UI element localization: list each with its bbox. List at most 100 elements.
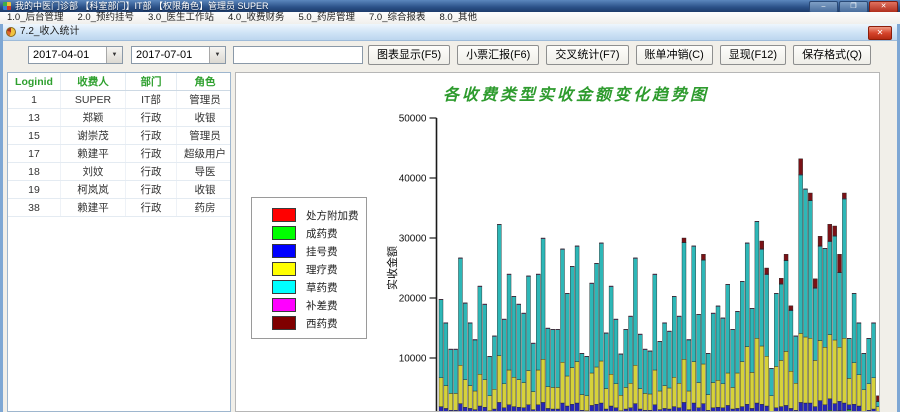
dropdown-arrow-icon[interactable]: ▼ — [106, 47, 122, 63]
bar-segment — [681, 402, 687, 411]
bar-segment — [827, 398, 832, 411]
bar-segment — [706, 353, 711, 395]
bar-segment — [477, 286, 483, 375]
bar-segment — [497, 223, 502, 225]
menu-item-7[interactable]: 8.0_其他 — [433, 12, 485, 24]
bar-segment — [628, 383, 633, 409]
menu-item-5[interactable]: 5.0_药房管理 — [292, 12, 363, 24]
bar-segment — [842, 198, 847, 339]
bar-segment — [594, 263, 599, 368]
date-from-picker[interactable]: 2017-04-01 ▼ — [28, 46, 123, 64]
bar-segment — [851, 293, 857, 364]
bar-segment — [526, 370, 531, 406]
menu-item-6[interactable]: 7.0_综合报表 — [362, 12, 433, 24]
y-tick-label: 40000 — [399, 174, 427, 185]
bar-segment — [851, 404, 857, 411]
filter-input[interactable] — [233, 46, 363, 64]
cell: 赖建平 — [60, 144, 126, 163]
bar-segment — [793, 383, 798, 411]
table-row[interactable]: 18 刘妏 行政 导医 — [8, 162, 230, 181]
table-row[interactable]: 38 赖建平 行政 药房 — [8, 198, 230, 217]
bar-segment — [560, 362, 565, 404]
bill-reversal-button[interactable]: 账单冲销(C) — [635, 45, 713, 65]
legend-swatch-icon — [272, 262, 296, 276]
bar-segment — [516, 407, 521, 411]
bar-segment — [735, 372, 740, 409]
cashier-table-panel: Loginid 收费人 部门 角色 1 SUPER IT部 管理员 13 郑颖 行政 收银 15 谢崇茂… — [7, 72, 231, 412]
menu-item-4[interactable]: 4.0_收费财务 — [221, 12, 292, 24]
bar-segment — [803, 336, 808, 404]
bar-segment — [813, 278, 818, 289]
bar-segment — [511, 295, 517, 297]
bar-segment — [783, 253, 789, 261]
bar-segment — [618, 395, 624, 411]
bar-segment — [560, 249, 565, 363]
bar-segment — [506, 404, 512, 411]
legend-swatch-icon — [272, 208, 296, 222]
bar-segment — [866, 338, 871, 384]
bar-segment — [774, 293, 779, 367]
date-to-picker[interactable]: 2017-07-01 ▼ — [131, 46, 226, 64]
bar-segment — [837, 253, 842, 273]
bar-segment — [691, 361, 696, 404]
table-row[interactable]: 1 SUPER IT部 管理员 — [8, 90, 230, 109]
bar-segment — [871, 377, 876, 410]
bar-segment — [501, 318, 507, 320]
bar-segment — [876, 401, 879, 407]
bar-segment — [647, 393, 653, 411]
bar-segment — [628, 316, 633, 384]
bar-segment — [817, 246, 823, 341]
bar-segment — [667, 387, 672, 410]
bar-segment — [774, 407, 779, 411]
table-row[interactable]: 15 谢崇茂 行政 管理员 — [8, 126, 230, 145]
cell: 谢崇茂 — [60, 126, 126, 145]
bar-segment — [652, 274, 658, 371]
table-row[interactable]: 17 赖建平 行政 超级用户 — [8, 144, 230, 163]
legend-label: 成药费 — [306, 227, 338, 240]
bar-segment — [774, 366, 779, 408]
menu-item-1[interactable]: 1.0_后台管理 — [0, 12, 71, 24]
bar-segment — [642, 349, 648, 394]
bar-segment — [783, 260, 789, 352]
legend-label: 挂号费 — [306, 245, 338, 258]
dropdown-arrow-icon[interactable]: ▼ — [209, 47, 225, 63]
cross-stats-button[interactable]: 交叉统计(F7) — [546, 45, 629, 65]
menu-item-3[interactable]: 3.0_医生工作站 — [141, 12, 221, 24]
bar-segment — [696, 382, 701, 409]
bar-segment — [453, 393, 458, 411]
bar-segment — [540, 359, 546, 403]
bar-segment — [871, 322, 876, 324]
child-close-icon[interactable]: ✕ — [868, 26, 892, 40]
bar-segment — [443, 322, 449, 324]
bar-segment — [589, 372, 594, 406]
bar-segment — [861, 353, 867, 355]
cell: 收银 — [176, 108, 230, 127]
bar-segment — [740, 280, 745, 282]
bar-segment — [570, 265, 575, 267]
col-header-4: 角色 — [176, 73, 230, 91]
bar-segment — [749, 307, 755, 309]
bar-segment — [764, 267, 769, 275]
table-row[interactable]: 19 柯岚岚 行政 收银 — [8, 180, 230, 199]
bar-segment — [531, 342, 536, 344]
bar-segment — [720, 317, 726, 319]
receipt-report-button[interactable]: 小票汇报(F6) — [457, 45, 540, 65]
bar-segment — [467, 322, 473, 386]
bar-segment — [730, 387, 735, 410]
bar-segment — [681, 237, 687, 243]
bar-segment — [676, 383, 682, 409]
bar-segment — [832, 225, 837, 236]
cell: 药房 — [176, 198, 230, 217]
display-button[interactable]: 显现(F12) — [719, 45, 787, 65]
bar-segment — [847, 338, 852, 340]
bar-segment — [672, 377, 677, 407]
bar-segment — [803, 188, 808, 190]
bar-segment — [453, 348, 458, 350]
menu-item-2[interactable]: 2.0_预约挂号 — [71, 12, 142, 24]
bar-segment — [749, 372, 755, 409]
table-row[interactable]: 13 郑颖 行政 收银 — [8, 108, 230, 127]
chart-display-button[interactable]: 图表显示(F5) — [368, 45, 451, 65]
save-format-button[interactable]: 保存格式(Q) — [793, 45, 871, 65]
bar-segment — [759, 240, 764, 249]
bar-segment — [652, 273, 658, 275]
